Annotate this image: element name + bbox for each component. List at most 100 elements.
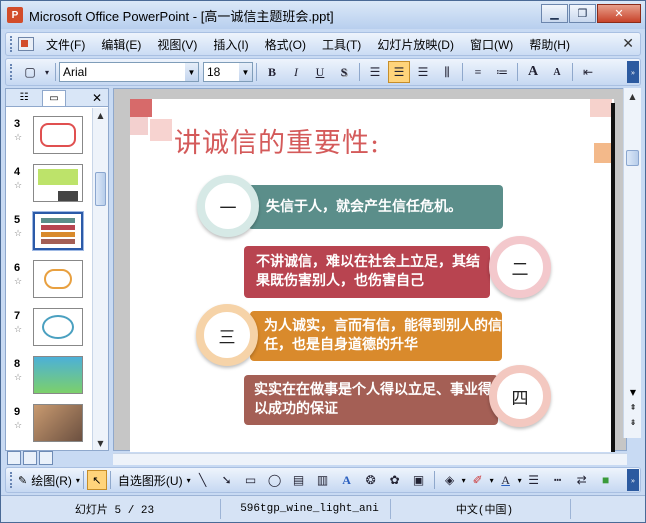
point-bar-4[interactable]: 实实在在做事是个人得以立足、事业得以成功的保证 <box>244 375 498 425</box>
horizontal-scrollbar[interactable] <box>113 453 627 465</box>
align-left-icon[interactable]: ☰ <box>364 61 386 83</box>
scroll-down-icon[interactable]: ▼ <box>627 386 639 398</box>
thumbnail-slide-8[interactable]: 8 ☆ <box>6 356 92 400</box>
thumbnail-slide-4[interactable]: 4 ☆ <box>6 164 92 208</box>
toolbar-grip[interactable] <box>10 472 14 488</box>
normal-view-icon[interactable] <box>7 451 21 465</box>
select-pointer-icon[interactable]: ↖ <box>86 470 107 490</box>
bullets-icon[interactable]: ≔ <box>491 61 513 83</box>
slide-thumbnail-image <box>33 308 83 346</box>
vertical-textbox-icon[interactable]: ▥ <box>312 469 334 491</box>
menu-view[interactable]: 视图(V) <box>149 36 205 53</box>
scroll-thumb[interactable] <box>626 150 639 166</box>
menu-insert[interactable]: 插入(I) <box>205 36 256 53</box>
status-bar: 幻灯片 5 / 23 596tgp_wine_light_ani 中文(中国) <box>1 495 645 522</box>
minimize-button[interactable]: ▁ <box>541 4 568 23</box>
dash-style-icon[interactable]: ┅ <box>547 469 569 491</box>
chevron-down-icon[interactable]: ▾ <box>187 476 191 485</box>
outline-tab-icon[interactable]: ☷ <box>12 90 36 106</box>
powerpoint-app-icon[interactable]: P <box>7 7 23 23</box>
textbox-icon[interactable]: ▤ <box>288 469 310 491</box>
clipart-icon[interactable]: ✿ <box>384 469 406 491</box>
new-document-icon[interactable]: ▢ <box>19 61 41 83</box>
thumbnail-scrollbar[interactable]: ▲ ▼ <box>92 108 108 450</box>
document-icon[interactable] <box>18 37 34 51</box>
line-style-icon[interactable]: ☰ <box>523 469 545 491</box>
chevron-down-icon[interactable]: ▾ <box>76 476 80 485</box>
current-slide[interactable]: 讲诚信的重要性: 失信于人，就会产生信任危机。 一 不讲诚信，难以在社会上立足，… <box>130 99 614 452</box>
transition-star-icon: ☆ <box>14 373 23 383</box>
toolbar-options-icon[interactable]: » <box>627 469 639 491</box>
menu-edit[interactable]: 编辑(E) <box>93 36 149 53</box>
line-icon[interactable]: ╲ <box>192 469 214 491</box>
chevron-down-icon[interactable]: ▼ <box>239 63 252 81</box>
decrease-indent-icon[interactable]: ⇤ <box>577 61 599 83</box>
slides-tab-icon[interactable]: ▭ <box>42 89 66 106</box>
separator <box>433 471 435 489</box>
autoshapes-button[interactable]: 自选图形(U) <box>114 472 187 489</box>
scroll-down-icon[interactable]: ▼ <box>93 436 108 450</box>
arrow-icon[interactable]: ➘ <box>216 469 238 491</box>
font-color-icon[interactable]: A <box>495 469 517 491</box>
line-color-icon[interactable]: ✐ <box>467 469 489 491</box>
toolbar-grip[interactable] <box>10 36 14 52</box>
draw-menu-button[interactable]: 绘图(R) <box>27 472 76 489</box>
previous-slide-icon[interactable]: ⇞ <box>627 401 639 413</box>
bold-button[interactable]: B <box>261 61 283 83</box>
font-size-combo[interactable]: 18 ▼ <box>203 62 253 82</box>
point-bar-2[interactable]: 不讲诚信，难以在社会上立足，其结果既伤害别人，也伤害自己 <box>244 246 490 298</box>
draw-menu-icon[interactable]: ✎ <box>18 474 27 487</box>
toolbar-grip[interactable] <box>10 64 14 80</box>
distribute-columns-icon[interactable]: ⫼ <box>436 61 458 83</box>
shadow-button[interactable]: S <box>333 61 355 83</box>
close-button[interactable]: ✕ <box>597 4 641 23</box>
menu-file[interactable]: 文件(F) <box>38 36 93 53</box>
numbering-icon[interactable]: ≡ <box>467 61 489 83</box>
shadow-style-icon[interactable]: ■ <box>595 469 617 491</box>
align-right-icon[interactable]: ☰ <box>412 61 434 83</box>
rectangle-icon[interactable]: ▭ <box>240 469 262 491</box>
grow-font-icon[interactable]: A <box>522 61 544 83</box>
italic-button[interactable]: I <box>285 61 307 83</box>
arrow-style-icon[interactable]: ⇄ <box>571 469 593 491</box>
chevron-down-icon[interactable]: ▼ <box>185 63 198 81</box>
thumbnail-slide-5[interactable]: 5 ☆ <box>6 211 92 256</box>
thumbnail-slide-3[interactable]: 3 ☆ <box>6 116 92 160</box>
scroll-thumb[interactable] <box>95 172 106 206</box>
dropdown-arrow-icon[interactable]: ▾ <box>43 61 51 83</box>
thumbnail-slide-9[interactable]: 9 ☆ <box>6 404 92 448</box>
slide-sorter-view-icon[interactable] <box>23 451 37 465</box>
scroll-up-icon[interactable]: ▲ <box>624 88 641 104</box>
point-bar-3[interactable]: 为人诚实，言而有信，能得到别人的信任，也是自身道德的升华 <box>250 311 502 361</box>
scroll-up-icon[interactable]: ▲ <box>93 108 108 122</box>
close-document-icon[interactable]: ✕ <box>622 36 634 52</box>
menu-window[interactable]: 窗口(W) <box>462 36 521 53</box>
underline-button[interactable]: U <box>309 61 331 83</box>
menu-help[interactable]: 帮助(H) <box>521 36 578 53</box>
align-center-icon[interactable]: ☰ <box>388 61 410 83</box>
point-bar-1[interactable]: 失信于人，就会产生信任危机。 <box>248 185 503 229</box>
chevron-down-icon[interactable]: ▾ <box>462 476 466 485</box>
menu-format[interactable]: 格式(O) <box>257 36 314 53</box>
chevron-down-icon[interactable]: ▾ <box>490 476 494 485</box>
thumbnail-slide-6[interactable]: 6 ☆ <box>6 260 92 304</box>
slideshow-view-icon[interactable] <box>39 451 53 465</box>
toolbar-options-icon[interactable]: » <box>627 61 639 83</box>
chevron-down-icon[interactable]: ▾ <box>518 476 522 485</box>
diagram-icon[interactable]: ❂ <box>360 469 382 491</box>
picture-icon[interactable]: ▣ <box>408 469 430 491</box>
wordart-icon[interactable]: A <box>336 469 358 491</box>
menu-slideshow[interactable]: 幻灯片放映(D) <box>369 36 462 53</box>
transition-star-icon: ☆ <box>14 133 23 143</box>
slide-title[interactable]: 讲诚信的重要性: <box>174 121 380 160</box>
close-pane-icon[interactable]: ✕ <box>92 91 102 105</box>
vertical-scrollbar[interactable]: ▲ ▼ ⇞ ⇟ <box>623 88 641 438</box>
next-slide-icon[interactable]: ⇟ <box>627 416 639 428</box>
font-name-combo[interactable]: Arial ▼ <box>59 62 199 82</box>
shrink-font-icon[interactable]: A <box>546 61 568 83</box>
restore-button[interactable]: ❐ <box>569 4 596 23</box>
thumbnail-slide-7[interactable]: 7 ☆ <box>6 308 92 352</box>
fill-color-icon[interactable]: ◈ <box>439 469 461 491</box>
menu-tools[interactable]: 工具(T) <box>314 36 369 53</box>
oval-icon[interactable]: ◯ <box>264 469 286 491</box>
